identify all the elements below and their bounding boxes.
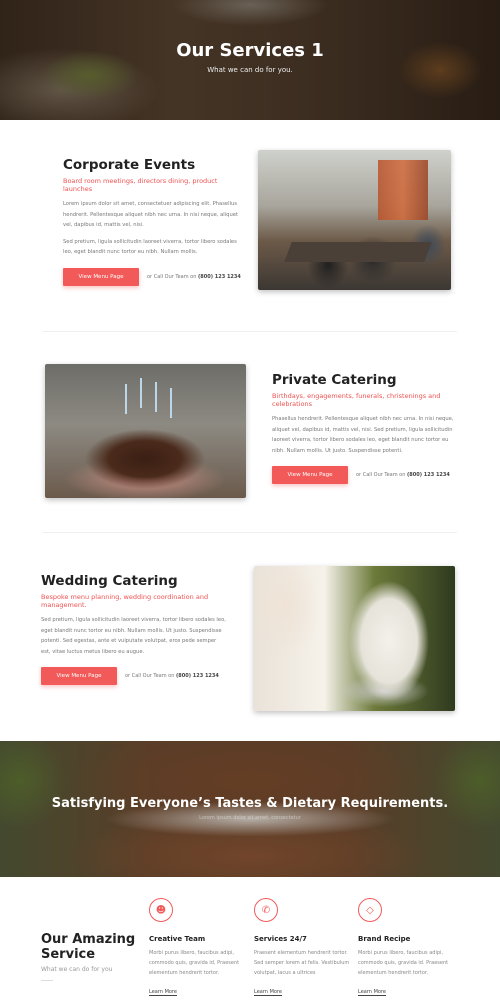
view-menu-button[interactable]: View Menu Page [272, 466, 348, 484]
candle [140, 378, 142, 408]
cta-row: View Menu Page or Call Our Team on (800)… [272, 466, 457, 484]
feature-title: Brand Recipe [358, 935, 411, 943]
feature-text: Morbi purus libero, faucibus adipi, comm… [358, 950, 449, 976]
dietary-banner: Satisfying Everyone’s Tastes & Dietary R… [0, 741, 500, 877]
amazing-service-subtitle: What we can do for you [41, 966, 113, 973]
service-title: Private Catering [272, 372, 397, 388]
service-paragraph: Sed pretium, ligula sollicitudin laoreet… [63, 238, 237, 256]
banner-title: Satisfying Everyone’s Tastes & Dietary R… [51, 796, 449, 811]
section-divider [42, 331, 457, 332]
feature-text: Praesent elementum hendrerit tortor. Sed… [254, 950, 350, 976]
page-title: Our Services 1 [176, 40, 324, 61]
candle [155, 382, 157, 412]
feature-brand-recipe: ◇ Brand Recipe Morbi purus libero, fauci… [358, 898, 458, 997]
phone-number[interactable]: (800) 123 1234 [176, 673, 219, 679]
corporate-events-photo [258, 150, 451, 290]
call-team-text: or Call Our Team on (800) 123 1234 [125, 673, 219, 679]
phone-icon: ✆ [254, 898, 278, 922]
service-title: Wedding Catering [41, 573, 178, 589]
amazing-underline [41, 980, 53, 981]
call-team-text: or Call Our Team on (800) 123 1234 [147, 274, 241, 280]
feature-services-24-7: ✆ Services 24/7 Praesent elementum hendr… [254, 898, 354, 997]
cta-row: View Menu Page or Call Our Team on (800)… [63, 267, 245, 286]
section-divider [42, 532, 457, 533]
service-tagline: Birthdays, engagements, funerals, christ… [272, 392, 441, 408]
learn-more-link[interactable]: Learn More [149, 989, 177, 996]
candle [125, 384, 127, 414]
service-paragraph: Sed pretium, ligula sollicitudin laoreet… [41, 617, 226, 655]
view-menu-button[interactable]: View Menu Page [63, 267, 139, 286]
learn-more-link[interactable]: Learn More [254, 989, 282, 996]
banner-subtitle: Lorem ipsum dolor sit amet, consectetur [199, 815, 301, 821]
diamond-icon: ◇ [358, 898, 382, 922]
photo-table [284, 242, 432, 262]
hero-banner: Our Services 1 What we can do for you. [0, 0, 500, 120]
feature-text: Morbi purus libero, faucibus adipi, comm… [149, 950, 240, 976]
feature-creative-team: ☻ Creative Team Morbi purus libero, fauc… [149, 898, 249, 997]
service-paragraph: Lorem ipsum dolor sit amet, consectetuer… [63, 201, 238, 228]
photo-window [378, 160, 428, 220]
learn-more-link[interactable]: Learn More [358, 989, 386, 996]
service-private-catering: Private Catering Birthdays, engagements,… [272, 372, 457, 484]
call-prefix: or Call Our Team on [125, 673, 175, 679]
amazing-service-title: Our Amazing Service [41, 932, 136, 962]
service-wedding-catering: Wedding Catering Bespoke menu planning, … [41, 573, 226, 685]
view-menu-button[interactable]: View Menu Page [41, 667, 117, 685]
wedding-catering-photo [254, 566, 455, 711]
service-paragraph: Phasellus hendrerit. Pellentesque alique… [272, 416, 454, 454]
phone-number[interactable]: (800) 123 1234 [198, 274, 241, 280]
cta-row: View Menu Page or Call Our Team on (800)… [41, 667, 226, 685]
feature-title: Creative Team [149, 935, 206, 943]
service-title: Corporate Events [63, 157, 196, 173]
page-subtitle: What we can do for you. [207, 66, 293, 74]
service-tagline: Board room meetings, directors dining, p… [63, 177, 218, 193]
team-icon: ☻ [149, 898, 173, 922]
call-prefix: or Call Our Team on [147, 273, 197, 280]
feature-title: Services 24/7 [254, 935, 307, 943]
service-corporate-events: Corporate Events Board room meetings, di… [63, 157, 245, 286]
phone-number[interactable]: (800) 123 1234 [407, 472, 450, 478]
call-prefix: or Call Our Team on [356, 472, 406, 478]
private-catering-photo [45, 364, 246, 498]
service-tagline: Bespoke menu planning, wedding coordinat… [41, 593, 209, 609]
candle [170, 388, 172, 418]
call-team-text: or Call Our Team on (800) 123 1234 [356, 472, 450, 478]
